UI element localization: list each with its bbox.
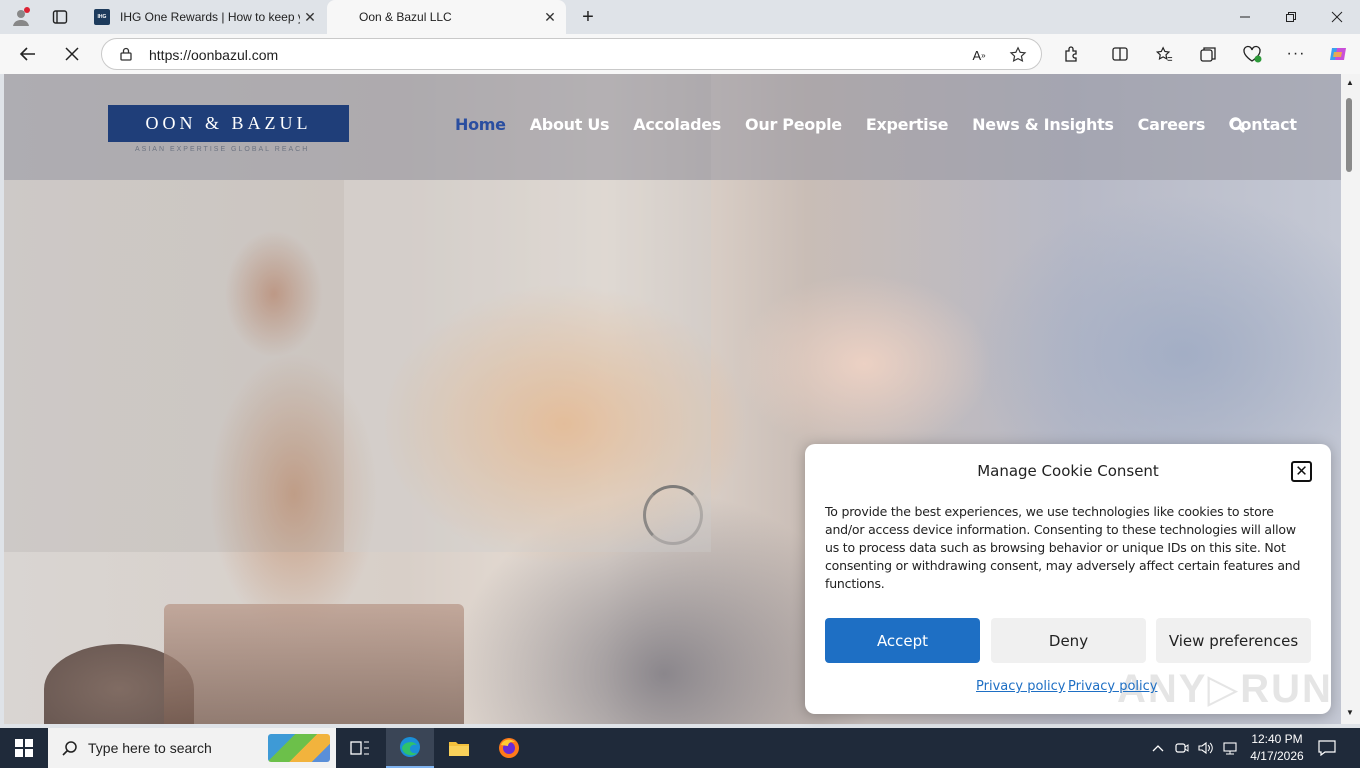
clock-time: 12:40 PM <box>1251 732 1303 746</box>
collections-icon[interactable] <box>1196 42 1220 66</box>
search-icon[interactable] <box>1228 116 1246 134</box>
edge-browser-icon[interactable] <box>386 728 434 768</box>
view-preferences-button[interactable]: View preferences <box>1156 618 1311 663</box>
nav-about-us[interactable]: About Us <box>530 115 610 134</box>
loading-spinner-icon <box>643 485 703 545</box>
url-text[interactable]: https://oonbazul.com <box>149 47 278 63</box>
split-screen-icon[interactable] <box>1108 42 1132 66</box>
nav-news-insights[interactable]: News & Insights <box>972 115 1114 134</box>
main-nav: Home About Us Accolades Our People Exper… <box>455 115 1321 134</box>
site-header: OON & BAZUL ASIAN EXPERTISE GLOBAL REACH… <box>4 74 1341 180</box>
privacy-policy-link[interactable]: Privacy policy <box>976 679 1065 694</box>
logo-text: OON & BAZUL <box>145 113 312 133</box>
browser-toolbar: https://oonbazul.com A» ··· <box>0 34 1360 74</box>
favorites-icon[interactable] <box>1152 42 1176 66</box>
nav-our-people[interactable]: Our People <box>745 115 842 134</box>
search-icon <box>62 741 77 756</box>
taskbar-clock[interactable]: 12:40 PM 4/17/2026 <box>1244 731 1310 765</box>
tab-actions-icon[interactable] <box>48 5 72 29</box>
windows-start-icon[interactable] <box>0 728 48 768</box>
taskbar-search-placeholder: Type here to search <box>88 740 212 756</box>
nav-careers[interactable]: Careers <box>1138 115 1206 134</box>
windows-taskbar: Type here to search 12:40 PM 4/17/2026 <box>0 728 1360 768</box>
volume-icon[interactable] <box>1198 740 1214 756</box>
deny-button[interactable]: Deny <box>991 618 1146 663</box>
tab-title: IHG One Rewards | How to keep y <box>120 10 300 24</box>
logo-tagline: ASIAN EXPERTISE GLOBAL REACH <box>135 146 310 153</box>
browser-essentials-icon[interactable] <box>1240 42 1264 66</box>
nav-home[interactable]: Home <box>455 115 506 134</box>
new-tab-button[interactable]: + <box>576 5 600 29</box>
accept-button[interactable]: Accept <box>825 618 980 663</box>
network-icon[interactable] <box>1222 740 1238 756</box>
read-aloud-icon[interactable]: A» <box>968 44 990 66</box>
site-logo[interactable]: OON & BAZUL <box>108 105 349 142</box>
show-hidden-icons-chevron-icon[interactable] <box>1150 740 1166 756</box>
minimize-button[interactable] <box>1230 5 1260 29</box>
task-view-icon[interactable] <box>336 728 384 768</box>
notifications-icon[interactable] <box>1316 738 1338 758</box>
scroll-down-arrow-icon[interactable]: ▼ <box>1344 706 1356 718</box>
statue-base-image <box>164 604 464 724</box>
close-window-button[interactable] <box>1322 5 1352 29</box>
close-icon[interactable]: ✕ <box>1291 461 1312 482</box>
lock-icon[interactable] <box>118 46 134 62</box>
cookie-dialog-text: To provide the best experiences, we use … <box>825 504 1301 591</box>
address-bar[interactable]: https://oonbazul.com A» <box>101 38 1042 70</box>
webcam-tray-icon[interactable] <box>1174 740 1190 756</box>
page-scrollbar[interactable]: ▲ ▼ <box>1341 74 1360 724</box>
stop-loading-icon[interactable] <box>60 42 84 66</box>
privacy-policy-link-2[interactable]: Privacy policy <box>1068 679 1157 694</box>
close-tab-icon[interactable]: ✕ <box>300 7 320 27</box>
nav-expertise[interactable]: Expertise <box>866 115 949 134</box>
scroll-up-arrow-icon[interactable]: ▲ <box>1344 76 1356 88</box>
tab-ihg[interactable]: IHG IHG One Rewards | How to keep y ✕ <box>86 0 326 34</box>
search-highlight-icon <box>268 734 330 762</box>
firefox-icon[interactable] <box>485 728 533 768</box>
extensions-icon[interactable] <box>1060 42 1084 66</box>
clock-date: 4/17/2026 <box>1250 749 1304 763</box>
tab-bar: IHG IHG One Rewards | How to keep y ✕ Oo… <box>0 0 1360 34</box>
file-explorer-icon[interactable] <box>435 728 483 768</box>
copilot-icon[interactable] <box>1326 42 1350 66</box>
favorite-star-icon[interactable] <box>1007 44 1029 66</box>
tab-oonbazul[interactable]: Oon & Bazul LLC ✕ <box>327 0 566 34</box>
tab-title: Oon & Bazul LLC <box>359 10 452 24</box>
cookie-dialog-title: Manage Cookie Consent <box>977 462 1159 480</box>
ihg-favicon-icon: IHG <box>94 9 110 25</box>
scroll-thumb[interactable] <box>1346 98 1352 172</box>
nav-accolades[interactable]: Accolades <box>633 115 721 134</box>
profile-avatar-icon[interactable] <box>8 5 34 29</box>
close-tab-icon[interactable]: ✕ <box>540 7 560 27</box>
restore-button[interactable] <box>1276 5 1306 29</box>
taskbar-search-box[interactable]: Type here to search <box>48 728 336 768</box>
cookie-consent-dialog: Manage Cookie Consent ✕ To provide the b… <box>805 444 1331 714</box>
more-menu-icon[interactable]: ··· <box>1284 42 1308 66</box>
back-arrow-icon[interactable] <box>16 42 40 66</box>
